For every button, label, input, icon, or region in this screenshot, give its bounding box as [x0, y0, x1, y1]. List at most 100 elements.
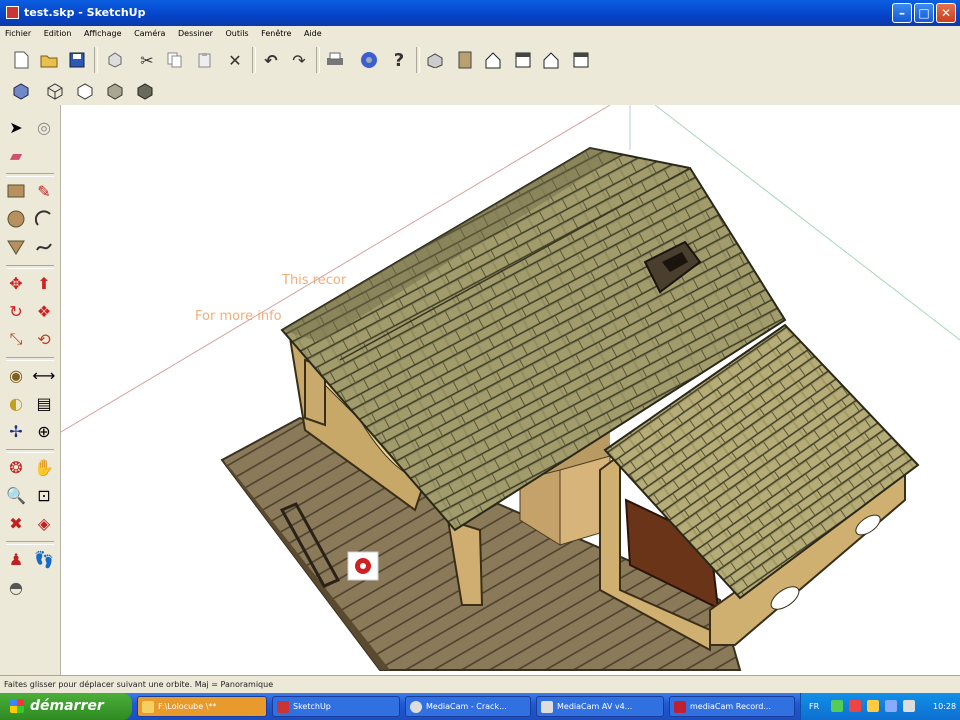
circle-icon[interactable] [4, 207, 28, 231]
polygon-icon[interactable] [4, 235, 28, 259]
hidden-line-icon[interactable] [74, 80, 96, 102]
folder-icon [142, 701, 154, 713]
undo-icon[interactable]: ↶ [260, 49, 282, 71]
tray-app-icon-2[interactable] [903, 700, 915, 712]
drawing-area[interactable]: This recor For more info [61, 105, 960, 675]
start-button[interactable]: démarrer [0, 693, 132, 720]
open-icon[interactable] [38, 49, 60, 71]
pencil-icon[interactable]: ✎ [32, 179, 56, 203]
freehand-icon[interactable] [32, 235, 56, 259]
system-tray: FR 10:28 [800, 693, 960, 720]
sketchup-icon [277, 701, 289, 713]
cut-icon[interactable]: ✂ [136, 49, 158, 71]
shaded-texture-icon[interactable] [134, 80, 156, 102]
zoom-icon[interactable]: 🔍 [4, 483, 28, 507]
protractor-icon[interactable]: ◐ [4, 391, 28, 415]
recording-watermark-line2: For more info [195, 309, 282, 324]
section-plane-icon[interactable]: ◓ [4, 575, 28, 599]
taskbar-item-mediacam-av[interactable]: MediaCam AV v4... [536, 696, 664, 717]
erase-icon[interactable]: ✕ [224, 49, 246, 71]
menu-affichage[interactable]: Affichage [79, 26, 127, 38]
status-bar: Faites glisser pour déplacer suivant une… [0, 675, 960, 694]
clock[interactable]: 10:28 [933, 702, 956, 711]
menu-camera[interactable]: Caméra [129, 26, 170, 38]
pushpull-icon[interactable]: ⬆ [32, 271, 56, 295]
axes-icon[interactable]: ✢ [4, 419, 28, 443]
redo-icon[interactable]: ↷ [288, 49, 310, 71]
arc-icon[interactable] [32, 207, 56, 231]
orbit-icon[interactable]: ❂ [4, 455, 28, 479]
standard-toolbar: ✂ ✕ ↶ ↷ ? [0, 43, 960, 78]
taskbar-item-mediacam-crack[interactable]: MediaCam - Crack... [405, 696, 531, 717]
text-icon[interactable]: ▤ [32, 391, 56, 415]
large-tool-set: ➤ ◎ ▰ ✎ ✥ ⬆ ↻ ❖ ⤡ ⟲ ◉ ⟷ ◐ ▤ ✢ ⊕ ❂ ✋ 🔍 ⊡ … [0, 105, 61, 675]
minimize-button[interactable]: – [892, 3, 912, 23]
taskbar-item-folder[interactable]: F:\Lolocube \** [137, 696, 267, 717]
face-style-toolbar [0, 77, 960, 106]
title-bar: test.skp - SketchUp – □ ✕ [0, 0, 960, 26]
taskbar-item-mediacam-record[interactable]: mediaCam Record... [669, 696, 795, 717]
taskbar-item-sketchup[interactable]: SketchUp [272, 696, 400, 717]
tape-measure-icon[interactable]: ◉ [4, 363, 28, 387]
offset-icon[interactable]: ⟲ [32, 327, 56, 351]
copy-icon[interactable] [164, 49, 186, 71]
eraser-icon[interactable]: ▰ [4, 143, 28, 167]
make-component-icon[interactable] [104, 49, 126, 71]
maximize-button[interactable]: □ [914, 3, 934, 23]
3d-text-icon[interactable]: ⊕ [32, 419, 56, 443]
sketchup-app-icon[interactable] [6, 6, 19, 19]
walk-icon[interactable]: 👣 [32, 547, 56, 571]
position-camera-icon[interactable]: ♟ [4, 547, 28, 571]
language-indicator[interactable]: FR [809, 702, 819, 711]
left-view-icon[interactable] [570, 49, 592, 71]
zoom-extents-icon[interactable]: ✖ [4, 511, 28, 535]
wireframe-icon[interactable] [44, 80, 66, 102]
network-icon[interactable] [831, 700, 843, 712]
volume-icon[interactable] [867, 700, 879, 712]
windows-logo-icon [10, 699, 24, 713]
menu-fenetre[interactable]: Fenêtre [256, 26, 296, 38]
save-icon[interactable] [66, 49, 88, 71]
toolbar-separator [252, 47, 256, 73]
followme-icon[interactable]: ❖ [32, 299, 56, 323]
menu-outils[interactable]: Outils [220, 26, 253, 38]
model-scene: This recor For more info [61, 105, 960, 671]
rotate-icon[interactable]: ↻ [4, 299, 28, 323]
pan-icon[interactable]: ✋ [32, 455, 56, 479]
window-title: test.skp - SketchUp [24, 6, 146, 19]
scale-icon[interactable]: ⤡ [4, 327, 28, 351]
record-icon [674, 701, 686, 713]
rectangle-icon[interactable] [4, 179, 28, 203]
shaded-icon[interactable] [104, 80, 126, 102]
tool-separator [6, 357, 54, 361]
menu-dessiner[interactable]: Dessiner [173, 26, 218, 38]
toolbar-separator [94, 47, 98, 73]
menu-aide[interactable]: Aide [299, 26, 327, 38]
component-icon[interactable]: ◎ [32, 115, 56, 139]
select-icon[interactable]: ➤ [4, 115, 28, 139]
move-icon[interactable]: ✥ [4, 271, 28, 295]
tray-app-icon[interactable] [885, 700, 897, 712]
front-view-icon[interactable] [482, 49, 504, 71]
window-icon [541, 701, 553, 713]
right-view-icon[interactable] [512, 49, 534, 71]
toolbar-separator [416, 47, 420, 73]
dimension-icon[interactable]: ⟷ [32, 363, 56, 387]
back-view-icon[interactable] [540, 49, 562, 71]
menu-fichier[interactable]: Fichier [0, 26, 36, 38]
start-label: démarrer [30, 698, 104, 714]
paste-icon[interactable] [194, 49, 216, 71]
previous-view-icon[interactable]: ◈ [32, 511, 56, 535]
menu-edition[interactable]: Edition [39, 26, 77, 38]
top-view-icon[interactable] [454, 49, 476, 71]
tool-separator [6, 173, 54, 177]
new-icon[interactable] [10, 49, 32, 71]
security-icon[interactable] [849, 700, 861, 712]
close-button[interactable]: ✕ [936, 3, 956, 23]
zoom-window-icon[interactable]: ⊡ [32, 483, 56, 507]
model-info-icon[interactable] [358, 49, 380, 71]
xray-icon[interactable] [10, 80, 32, 102]
print-icon[interactable] [324, 49, 346, 71]
help-icon[interactable]: ? [388, 49, 410, 71]
iso-view-icon[interactable] [424, 49, 446, 71]
